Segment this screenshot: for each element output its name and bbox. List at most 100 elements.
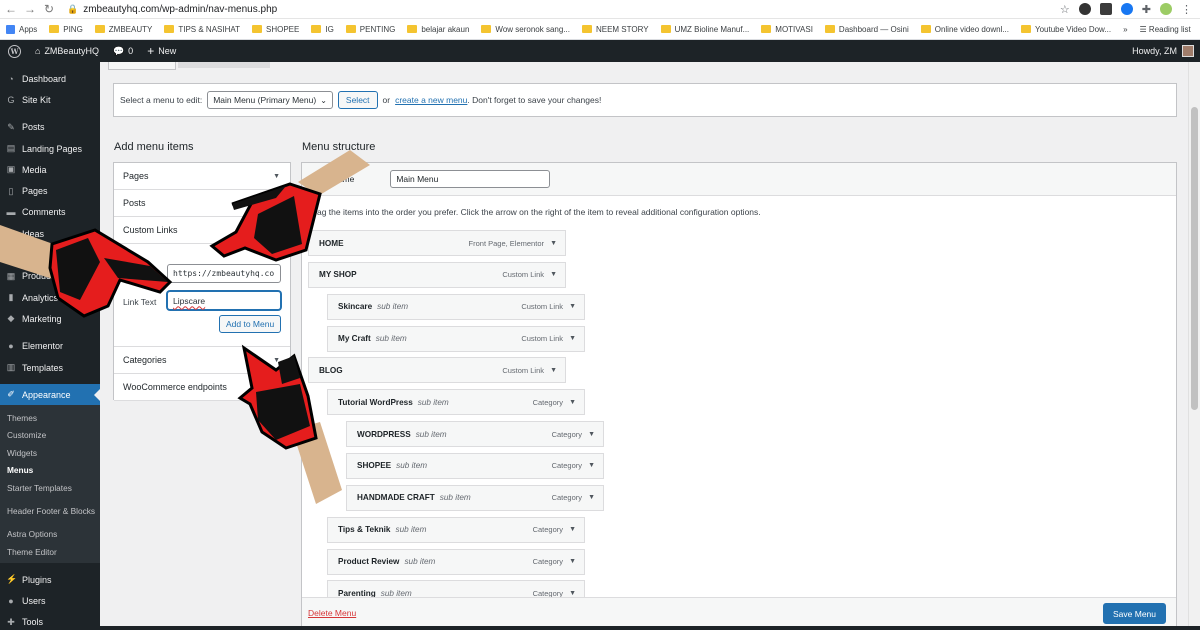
caret-down-icon[interactable]: ▼ bbox=[569, 303, 576, 310]
save-menu-button[interactable]: Save Menu bbox=[1103, 603, 1166, 624]
sidebar-item-pages[interactable]: ▯ Pages bbox=[0, 180, 100, 201]
submenu-item-header-footer-blocks[interactable]: Header Footer & Blocks bbox=[0, 497, 100, 526]
sidebar-item-analytics[interactable]: ▮ Analytics bbox=[0, 287, 100, 308]
sidebar-item-templates[interactable]: ▥ Templates bbox=[0, 357, 100, 378]
sidebar-item-posts[interactable]: ✎ Posts bbox=[0, 117, 100, 138]
extension-icon[interactable] bbox=[1099, 3, 1112, 15]
bookmark-item[interactable]: Apps bbox=[6, 24, 37, 34]
caret-down-icon[interactable]: ▼ bbox=[588, 462, 595, 469]
facebook-icon[interactable] bbox=[1120, 3, 1133, 15]
menu-select[interactable]: Main Menu (Primary Menu) ⌄ bbox=[207, 91, 333, 109]
forward-icon[interactable]: → bbox=[22, 2, 38, 16]
comments-link[interactable]: 💬 0 bbox=[113, 46, 133, 57]
new-content-button[interactable]: + New bbox=[147, 44, 176, 58]
submenu-item-widgets[interactable]: Widgets bbox=[0, 444, 100, 462]
star-icon[interactable]: ☆ bbox=[1060, 3, 1070, 16]
bookmark-item[interactable]: belajar akaun bbox=[407, 25, 469, 34]
select-button[interactable]: Select bbox=[337, 91, 378, 109]
sidebar-item-woocommerce[interactable]: ▭ WooCommerce bbox=[0, 244, 100, 265]
menu-item[interactable]: BLOG Custom Link ▼ bbox=[308, 357, 566, 384]
accordion-posts[interactable]: Posts ▼ bbox=[114, 190, 290, 217]
sidebar-item-products[interactable]: ▦ Products bbox=[0, 266, 100, 287]
sidebar-item-comments[interactable]: ▬ Comments bbox=[0, 202, 100, 223]
bookmark-item[interactable]: IG bbox=[311, 25, 334, 34]
profile-avatar-icon[interactable] bbox=[1160, 3, 1172, 15]
menu-item[interactable]: SHOPEE sub item Category ▼ bbox=[346, 452, 604, 479]
page-scrollbar[interactable] bbox=[1188, 62, 1200, 630]
caret-down-icon[interactable]: ▼ bbox=[550, 367, 557, 374]
submenu-item-starter-templates[interactable]: Starter Templates bbox=[0, 479, 100, 497]
sidebar-item-plugins[interactable]: ⚡ Plugins bbox=[0, 569, 100, 590]
menu-item[interactable]: Skincare sub item Custom Link ▼ bbox=[327, 293, 585, 320]
more-bookmarks-button[interactable]: » bbox=[1123, 25, 1127, 34]
menu-name-input[interactable]: Main Menu bbox=[390, 170, 551, 188]
bookmark-item[interactable]: Wow seronok sang... bbox=[481, 25, 570, 34]
caret-down-icon[interactable]: ▼ bbox=[569, 399, 576, 406]
back-icon[interactable]: ← bbox=[3, 2, 19, 16]
bookmark-item[interactable]: TIPS & NASIHAT bbox=[164, 25, 240, 34]
bookmark-item[interactable]: SHOPEE bbox=[252, 25, 299, 34]
bookmark-item[interactable]: Dashboard — Osini bbox=[824, 25, 909, 34]
menu-item[interactable]: HOME Front Page, Elementor ▼ bbox=[308, 230, 566, 256]
puzzle-icon[interactable]: ✚ bbox=[1142, 3, 1151, 16]
menu-item[interactable]: My Craft sub item Custom Link ▼ bbox=[327, 325, 585, 352]
reading-list-button[interactable]: ☰ Reading list bbox=[1140, 25, 1191, 34]
custom-link-url-input[interactable]: https://zmbeautyhq.co bbox=[167, 264, 281, 283]
bookmark-item[interactable]: UMZ Bioline Manuf... bbox=[660, 25, 749, 34]
address-bar[interactable]: 🔒 zmbeautyhq.com/wp-admin/nav-menus.php bbox=[67, 4, 277, 15]
caret-down-icon[interactable]: ▼ bbox=[569, 526, 576, 533]
accordion-woocommerce-endpoints[interactable]: WooCommerce endpoints ▼ bbox=[114, 374, 290, 401]
caret-down-icon[interactable]: ▼ bbox=[588, 431, 595, 438]
caret-down-icon[interactable]: ▼ bbox=[550, 240, 557, 247]
sidebar-item-landing-pages[interactable]: ▤ Landing Pages bbox=[0, 138, 100, 159]
caret-down-icon[interactable]: ▼ bbox=[569, 558, 576, 565]
accordion-categories[interactable]: Categories ▼ bbox=[114, 347, 290, 374]
delete-menu-link[interactable]: Delete Menu bbox=[308, 608, 356, 618]
sidebar-item-elementor[interactable]: ● Elementor bbox=[0, 336, 100, 357]
menu-item[interactable]: MY SHOP Custom Link ▼ bbox=[308, 261, 566, 288]
sidebar-item-dashboard[interactable]: ◔ Dashboard bbox=[0, 68, 100, 89]
bookmark-item[interactable]: ZMBEAUTY bbox=[94, 25, 152, 34]
bookmark-item[interactable]: Online video downl... bbox=[920, 25, 1009, 34]
submenu-item-astra-options[interactable]: Astra Options bbox=[0, 526, 100, 544]
sidebar-item-site-kit[interactable]: G Site Kit bbox=[0, 89, 100, 110]
submenu-item-menus[interactable]: Menus bbox=[0, 462, 100, 480]
tab-manage-locations[interactable] bbox=[178, 62, 270, 68]
caret-down-icon[interactable]: ▼ bbox=[569, 335, 576, 342]
create-new-menu-link[interactable]: create a new menu bbox=[395, 95, 467, 105]
submenu-item-customize[interactable]: Customize bbox=[0, 427, 100, 445]
bookmark-item[interactable]: NEEM STORY bbox=[581, 25, 649, 34]
menu-item[interactable]: Tutorial WordPress sub item Category ▼ bbox=[327, 389, 585, 416]
accordion-custom-links[interactable]: Custom Links ▲ bbox=[114, 217, 290, 244]
caret-down-icon[interactable]: ▼ bbox=[588, 494, 595, 501]
bookmark-item[interactable]: Youtube Video Dow... bbox=[1021, 25, 1111, 34]
scrollbar-thumb[interactable] bbox=[1191, 107, 1198, 410]
sidebar-item-ideas[interactable]: ✦ Ideas bbox=[0, 223, 100, 244]
wp-logo-button[interactable]: W bbox=[8, 44, 21, 58]
reload-icon[interactable]: ↻ bbox=[41, 2, 57, 16]
browser-menu-icon[interactable]: ⋮ bbox=[1181, 3, 1192, 16]
bookmark-item[interactable]: PING bbox=[49, 25, 83, 34]
sidebar-item-marketing[interactable]: ◆ Marketing bbox=[0, 308, 100, 329]
accordion-pages[interactable]: Pages ▼ bbox=[114, 163, 290, 190]
sidebar-item-appearance[interactable]: ✐ Appearance bbox=[0, 384, 100, 406]
menu-item-type: Category bbox=[551, 493, 582, 503]
tab-edit-menus[interactable] bbox=[108, 62, 176, 70]
site-name-link[interactable]: ⌂ ZMBeautyHQ bbox=[35, 46, 99, 56]
menu-item[interactable]: WORDPRESS sub item Category ▼ bbox=[346, 421, 604, 448]
custom-link-text-input[interactable]: Lipscare bbox=[167, 291, 281, 310]
submenu-item-themes[interactable]: Themes bbox=[0, 409, 100, 427]
caret-down-icon[interactable]: ▼ bbox=[569, 590, 576, 597]
extension-icon[interactable] bbox=[1078, 3, 1091, 15]
bookmark-item[interactable]: PENTING bbox=[345, 25, 395, 34]
menu-item[interactable]: Tips & Teknik sub item Category ▼ bbox=[327, 516, 585, 543]
submenu-item-theme-editor[interactable]: Theme Editor bbox=[0, 543, 100, 561]
menu-item[interactable]: HANDMADE CRAFT sub item Category ▼ bbox=[346, 484, 604, 511]
user-account-menu[interactable]: Howdy, ZM bbox=[1132, 45, 1194, 57]
menu-item[interactable]: Product Review sub item Category ▼ bbox=[327, 548, 585, 575]
sidebar-item-users[interactable]: ● Users bbox=[0, 590, 100, 611]
add-to-menu-button[interactable]: Add to Menu bbox=[219, 315, 282, 333]
sidebar-item-media[interactable]: ▣ Media bbox=[0, 159, 100, 180]
caret-down-icon[interactable]: ▼ bbox=[550, 271, 557, 278]
bookmark-item[interactable]: MOTIVASI bbox=[761, 25, 813, 34]
